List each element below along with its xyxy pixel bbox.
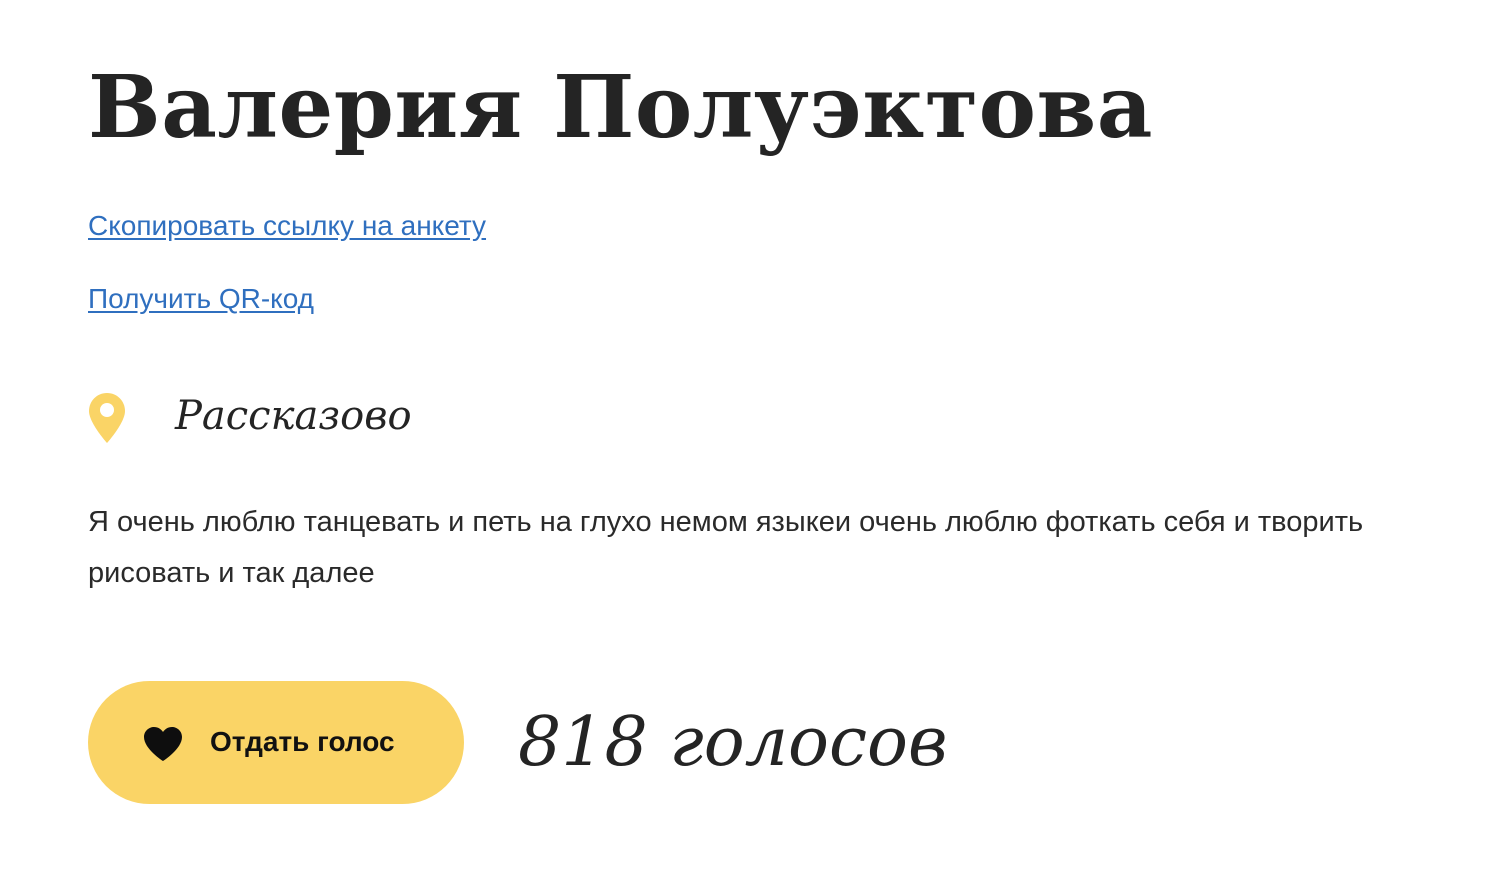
- map-pin-icon: [89, 393, 125, 443]
- copy-profile-link[interactable]: Скопировать ссылку на анкету: [88, 209, 486, 243]
- vote-button[interactable]: Отдать голос: [88, 681, 464, 804]
- profile-bio: Я очень люблю танцевать и петь на глухо …: [88, 506, 1364, 589]
- vote-count: 818 голосов: [518, 703, 948, 782]
- vote-button-label: Отдать голос: [210, 726, 395, 757]
- heart-icon: [144, 727, 182, 761]
- location-city: Рассказово: [175, 393, 412, 439]
- location: Рассказово: [88, 388, 688, 448]
- profile-name: Валерия Полуэктова: [88, 57, 1154, 158]
- get-qr-code-link[interactable]: Получить QR-код: [88, 282, 314, 316]
